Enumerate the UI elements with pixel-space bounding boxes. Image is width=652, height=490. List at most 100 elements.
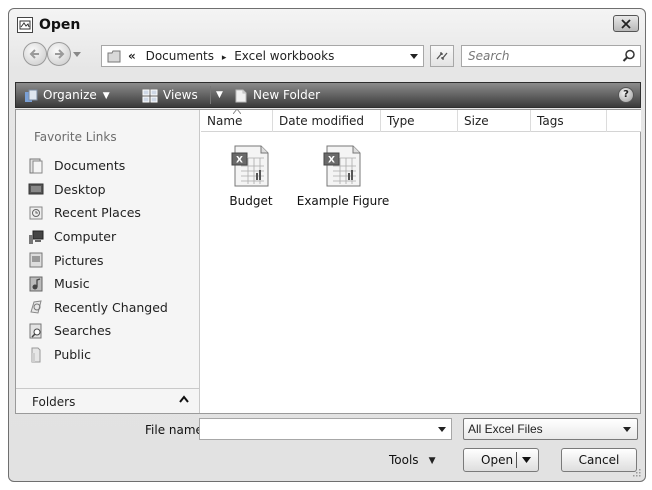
new-folder-button[interactable]: New Folder: [234, 83, 320, 107]
file-item-example-figure[interactable]: X Example Figure: [293, 144, 393, 208]
recent-pages-dropdown[interactable]: [73, 52, 81, 57]
searches-icon: [29, 323, 42, 339]
favorite-link-label: Documents: [54, 158, 126, 174]
search-icon[interactable]: [622, 49, 636, 63]
organize-label: Organize: [43, 88, 97, 102]
navigation-pane: Favorite Links Documents Desktop Recent …: [16, 110, 200, 413]
folder-icon: [107, 50, 121, 63]
help-button[interactable]: ?: [618, 87, 634, 103]
favorite-link-label: Music: [54, 276, 90, 292]
favorite-link-label: Pictures: [54, 252, 104, 268]
favorite-links-header: Favorite Links: [34, 130, 117, 144]
favorite-link-pictures[interactable]: Pictures: [28, 248, 198, 272]
chevron-up-icon: [179, 395, 189, 403]
recent-places-icon: [29, 206, 43, 220]
file-name-input[interactable]: [200, 419, 428, 439]
file-type-select[interactable]: All Excel Files: [463, 418, 638, 440]
refresh-icon: [436, 52, 448, 60]
split-divider: [516, 452, 517, 468]
favorite-link-computer[interactable]: Computer: [28, 225, 198, 249]
tools-label: Tools: [389, 453, 419, 467]
favorite-links-list: Documents Desktop Recent Places Computer…: [28, 154, 198, 366]
pictures-icon: [29, 252, 43, 268]
organize-button[interactable]: Organize ▼: [24, 83, 110, 107]
search-input[interactable]: [462, 46, 612, 66]
chevron-down-icon[interactable]: [438, 427, 446, 432]
column-header-date-modified[interactable]: Date modified: [273, 110, 381, 132]
column-header-row: Name Date modified Type Size Tags: [201, 109, 641, 132]
toolbar-divider: [210, 86, 211, 104]
favorite-link-label: Desktop: [54, 181, 106, 197]
file-item-budget[interactable]: X Budget: [201, 144, 301, 208]
recently-changed-icon: [30, 300, 42, 314]
favorite-link-label: Recently Changed: [54, 299, 168, 315]
command-toolbar: Organize ▼ Views ▼ New Folder ?: [15, 82, 641, 108]
column-header-label: Name: [207, 114, 243, 128]
breadcrumb-excel-workbooks[interactable]: Excel workbooks: [234, 49, 334, 63]
tools-button[interactable]: Tools ▼: [389, 449, 435, 471]
favorite-link-recently-changed[interactable]: Recently Changed: [28, 296, 198, 320]
chevron-down-icon[interactable]: [410, 54, 418, 59]
favorite-link-music[interactable]: Music: [28, 272, 198, 296]
breadcrumb-overflow[interactable]: «: [128, 49, 136, 63]
organize-icon: [25, 89, 38, 102]
computer-icon: [29, 230, 44, 244]
breadcrumb-documents[interactable]: Documents: [146, 49, 214, 63]
favorite-link-label: Recent Places: [54, 205, 141, 221]
open-dialog: Open « Documents ▸ Excel workbooks Searc…: [8, 8, 646, 482]
column-header-tags[interactable]: Tags: [531, 110, 607, 132]
favorite-link-label: Computer: [54, 229, 117, 245]
forward-button[interactable]: [47, 42, 71, 66]
views-button[interactable]: Views: [142, 83, 198, 107]
folders-label: Folders: [32, 395, 76, 409]
content-area: Favorite Links Documents Desktop Recent …: [15, 109, 641, 414]
svg-text:X: X: [236, 156, 243, 166]
new-folder-icon: [235, 89, 247, 102]
column-header-label: Size: [464, 114, 489, 128]
chevron-down-icon: ▼: [428, 455, 436, 466]
favorite-link-documents[interactable]: Documents: [28, 154, 198, 178]
open-options-dropdown[interactable]: [522, 457, 531, 463]
close-button[interactable]: [613, 15, 639, 32]
excel-workbook-icon: X: [323, 145, 361, 187]
favorite-link-searches[interactable]: Searches: [28, 319, 198, 343]
favorite-link-public[interactable]: Public: [28, 343, 198, 367]
window-title: Open: [39, 17, 81, 33]
music-icon: [29, 276, 43, 292]
breadcrumb: « Documents ▸ Excel workbooks: [128, 49, 334, 63]
open-label: Open: [481, 453, 514, 467]
column-header-label: Type: [387, 114, 415, 128]
title-bar: Open: [9, 9, 645, 39]
chevron-down-icon: ▼: [102, 90, 110, 101]
column-header-name[interactable]: Name: [201, 109, 273, 132]
resize-grip-icon[interactable]: [632, 468, 642, 478]
forward-arrow-icon: [55, 49, 65, 59]
file-name-label: Budget: [229, 194, 273, 208]
column-header-type[interactable]: Type: [381, 110, 458, 132]
file-name-combobox: [199, 418, 452, 440]
column-header-label: Tags: [537, 114, 564, 128]
favorite-link-label: Searches: [54, 323, 112, 339]
favorite-link-label: Public: [54, 347, 91, 363]
favorite-link-desktop[interactable]: Desktop: [28, 178, 198, 202]
file-type-selected: All Excel Files: [468, 422, 543, 436]
excel-workbook-icon: X: [231, 145, 269, 187]
views-icon: [142, 89, 158, 102]
folders-toggle[interactable]: Folders: [16, 388, 199, 413]
views-dropdown-button[interactable]: ▼: [216, 83, 223, 107]
cancel-button[interactable]: Cancel: [561, 448, 637, 472]
back-button[interactable]: [23, 42, 47, 66]
favorite-link-recent-places[interactable]: Recent Places: [28, 201, 198, 225]
address-bar[interactable]: « Documents ▸ Excel workbooks: [101, 45, 424, 67]
close-icon: [621, 19, 631, 29]
open-button[interactable]: Open: [463, 448, 539, 472]
file-name-label: Example Figure: [296, 194, 390, 208]
public-icon: [31, 347, 41, 363]
file-list-pane: Name Date modified Type Size Tags X Budg…: [201, 109, 641, 413]
chevron-down-icon: [623, 427, 631, 432]
documents-icon: [29, 158, 43, 174]
refresh-button[interactable]: [430, 45, 454, 67]
dialog-icon: [17, 17, 33, 33]
column-header-size[interactable]: Size: [458, 110, 531, 132]
breadcrumb-separator[interactable]: ▸: [222, 53, 227, 63]
